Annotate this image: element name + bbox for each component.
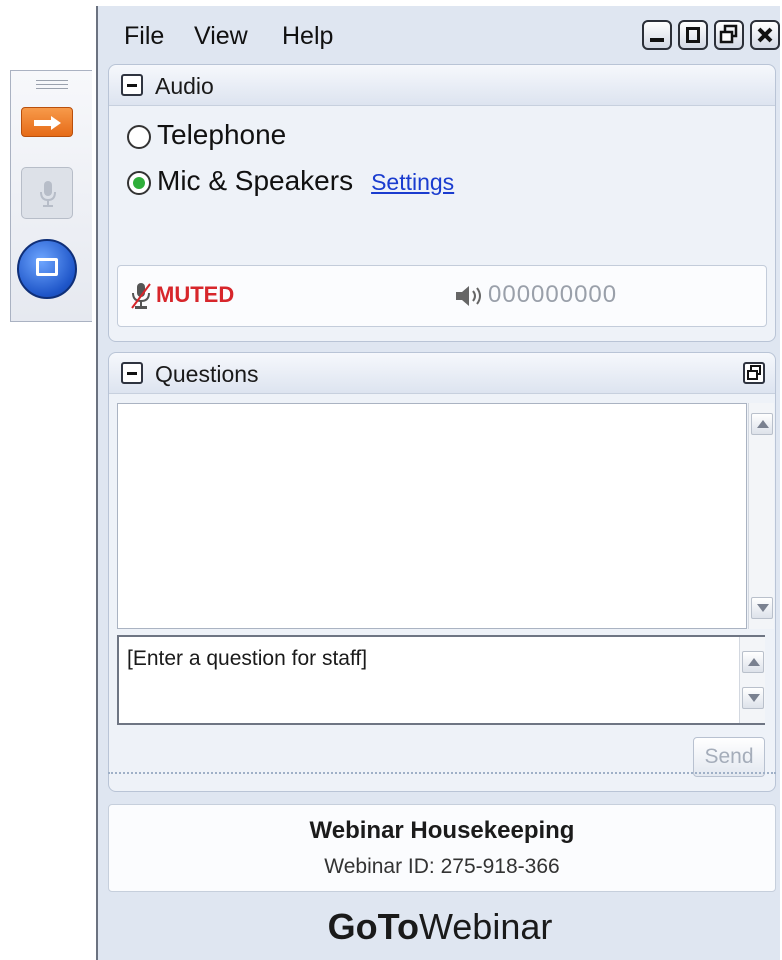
audio-panel-title: Audio — [155, 73, 214, 99]
menu-file[interactable]: File — [124, 22, 164, 51]
mic-muted-status: MUTED — [156, 282, 235, 307]
scroll-up-icon — [757, 420, 769, 428]
maximize-button[interactable] — [678, 20, 708, 50]
scroll-down-button[interactable] — [751, 597, 773, 619]
send-button[interactable]: Send — [693, 737, 765, 777]
webinar-info-box: Webinar Housekeeping Webinar ID: 275-918… — [108, 804, 776, 892]
telephone-option[interactable]: Telephone — [127, 119, 286, 151]
telephone-radio[interactable] — [127, 124, 151, 149]
brand-normal: Webinar — [418, 906, 553, 947]
questions-log — [117, 403, 774, 629]
questions-collapse-button[interactable] — [121, 362, 143, 384]
menu-bar: File View Help — [98, 6, 780, 62]
brand-bold: GoTo — [327, 906, 419, 947]
speaker-level-meter: 000000000 — [488, 281, 618, 308]
input-scroll-down-button[interactable] — [742, 687, 764, 709]
telephone-label: Telephone — [157, 119, 287, 150]
grip-handle[interactable] — [36, 77, 68, 91]
control-panel-grab-tab — [10, 70, 92, 322]
microphone-icon — [40, 181, 56, 207]
close-icon — [757, 27, 773, 43]
control-panel-window: File View Help Audio Telephone Mic & Spe… — [96, 6, 780, 960]
audio-panel: Audio Telephone Mic & Speakers Settings M… — [108, 64, 776, 342]
mic-speakers-label: Mic & Speakers — [157, 165, 354, 196]
audio-collapse-button[interactable] — [121, 74, 143, 96]
minus-icon — [127, 84, 137, 87]
maximize-icon — [686, 27, 700, 43]
show-hide-panel-button[interactable] — [21, 107, 73, 137]
screen-viewer-button[interactable] — [17, 239, 77, 299]
scroll-down-icon — [748, 694, 760, 702]
scroll-up-button[interactable] — [751, 413, 773, 435]
menu-help[interactable]: Help — [282, 22, 333, 51]
questions-panel-title: Questions — [155, 361, 259, 387]
minimize-button[interactable] — [642, 20, 672, 50]
questions-panel: Questions [Enter a question for staff] S… — [108, 352, 776, 792]
audio-status-bar: MUTED 000000000 — [117, 265, 767, 327]
questions-popout-button[interactable] — [743, 362, 765, 384]
question-input-scrollbar[interactable] — [739, 637, 765, 723]
scroll-up-icon — [748, 658, 760, 666]
minus-icon — [127, 372, 137, 375]
minimize-icon — [650, 38, 664, 42]
webinar-id: Webinar ID: 275-918-366 — [324, 855, 560, 878]
scroll-down-icon — [757, 604, 769, 612]
mic-speakers-radio[interactable] — [127, 170, 151, 195]
input-scroll-up-button[interactable] — [742, 651, 764, 673]
restore-icon — [719, 24, 738, 44]
mic-toggle-button[interactable] — [21, 167, 73, 219]
screen-icon — [36, 258, 58, 276]
questions-log-scrollbar[interactable] — [748, 403, 774, 629]
close-button[interactable] — [750, 20, 780, 50]
audio-panel-header: Audio — [109, 65, 775, 106]
section-divider — [108, 772, 776, 774]
webinar-title: Webinar Housekeeping — [309, 817, 575, 844]
question-input[interactable]: [Enter a question for staff] — [117, 635, 765, 725]
popout-icon — [747, 365, 761, 380]
speaker-icon — [456, 286, 481, 306]
microphone-icon — [131, 283, 151, 309]
mic-speakers-option[interactable]: Mic & Speakers Settings — [127, 165, 454, 197]
questions-panel-header: Questions — [109, 353, 775, 394]
audio-settings-link[interactable]: Settings — [371, 169, 454, 195]
arrow-right-icon — [34, 116, 61, 130]
menu-view[interactable]: View — [194, 22, 248, 51]
restore-button[interactable] — [714, 20, 744, 50]
gotowebinar-logo: GoToWebinar — [98, 906, 782, 948]
